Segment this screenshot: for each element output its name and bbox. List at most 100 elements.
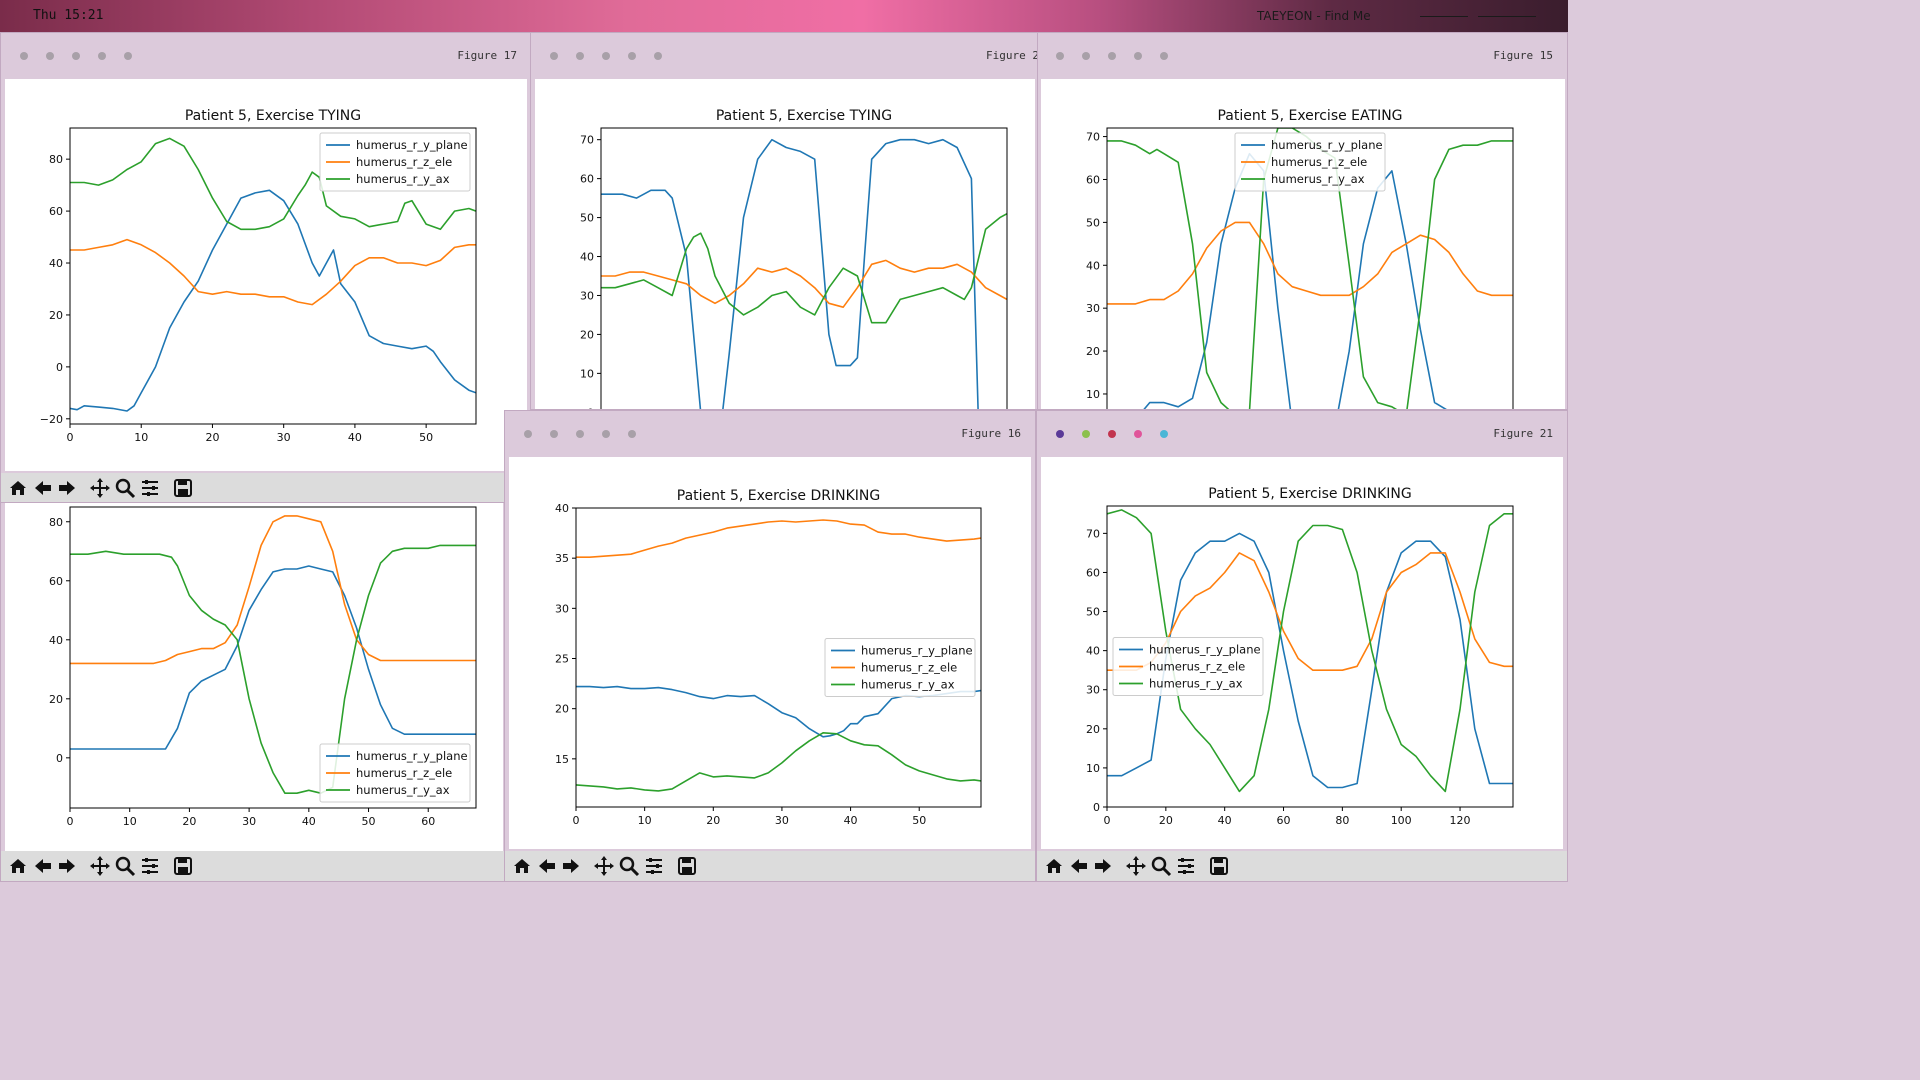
save-button[interactable] bbox=[1208, 855, 1230, 877]
window-control-dot[interactable] bbox=[98, 52, 106, 60]
series-line-humerus_r_z_ele bbox=[1107, 221, 1513, 305]
home-icon bbox=[10, 859, 26, 873]
figure-canvas[interactable]: Patient 5, Exercise TYING010203040506070… bbox=[535, 79, 1035, 409]
y-tick-label: −20 bbox=[40, 413, 63, 426]
y-tick-label: 0 bbox=[56, 361, 63, 374]
figure-canvas[interactable]: Patient 5, Exercise TYING −20 0 20 40 60 80 0 10… bbox=[5, 79, 527, 471]
legend-entry: humerus_r_z_ele bbox=[861, 661, 957, 675]
window-control-dot[interactable] bbox=[550, 52, 558, 60]
window-control-dot[interactable] bbox=[72, 52, 80, 60]
window-control-dot[interactable] bbox=[124, 52, 132, 60]
forward-arrow-button[interactable] bbox=[56, 477, 78, 499]
window-control-dot[interactable] bbox=[1160, 430, 1168, 438]
save-button[interactable] bbox=[676, 855, 698, 877]
window-control-dot[interactable] bbox=[1108, 430, 1116, 438]
zoom-button[interactable] bbox=[114, 855, 136, 877]
figure-16-window[interactable]: Figure 16 Patient 5, Exercise DRINKING 15 2… bbox=[504, 410, 1036, 882]
forward-arrow-button[interactable] bbox=[1092, 855, 1114, 877]
window-control-dot[interactable] bbox=[654, 52, 662, 60]
pan-button[interactable] bbox=[1125, 855, 1147, 877]
forward-arrow-icon bbox=[59, 481, 75, 495]
configure-icon bbox=[1178, 858, 1194, 874]
forward-arrow-button[interactable] bbox=[56, 855, 78, 877]
save-button[interactable] bbox=[172, 477, 194, 499]
window-control-dot[interactable] bbox=[1082, 52, 1090, 60]
x-tick-label: 50 bbox=[912, 814, 926, 827]
window-control-dot[interactable] bbox=[1160, 52, 1168, 60]
configure-button[interactable] bbox=[139, 477, 161, 499]
back-arrow-button[interactable] bbox=[32, 477, 54, 499]
chart-title: Patient 5, Exercise DRINKING bbox=[677, 488, 880, 504]
figure-21-window[interactable]: Figure 21 Patient 5, Exercise DRINKING 0 10… bbox=[1036, 410, 1568, 882]
window-control-dot[interactable] bbox=[576, 430, 584, 438]
zoom-button[interactable] bbox=[618, 855, 640, 877]
x-tick-label: 60 bbox=[421, 815, 435, 828]
window-control-dot[interactable] bbox=[1056, 430, 1064, 438]
window-control-dot[interactable] bbox=[602, 52, 610, 60]
figure-15-window[interactable]: Figure 15 Patient 5, Exercise EATING 10 20 3… bbox=[1036, 32, 1568, 410]
now-playing[interactable]: TAEYEON - Find Me bbox=[1257, 9, 1371, 23]
zoom-button[interactable] bbox=[114, 477, 136, 499]
window-control-dot[interactable] bbox=[1082, 430, 1090, 438]
figure-canvas[interactable]: 0 20 40 60 80 0 10 20 30 40 50 60 humerus_r_y_plane h… bbox=[5, 503, 503, 851]
home-button[interactable] bbox=[511, 855, 533, 877]
top-bar: Thu 15:21 TAEYEON - Find Me bbox=[0, 0, 1568, 32]
window-control-dot[interactable] bbox=[576, 52, 584, 60]
back-arrow-icon bbox=[1071, 859, 1087, 873]
y-tick-label: 30 bbox=[1086, 684, 1100, 697]
configure-button[interactable] bbox=[643, 855, 665, 877]
configure-button[interactable] bbox=[1175, 855, 1197, 877]
window-control-dot[interactable] bbox=[1108, 52, 1116, 60]
back-arrow-icon bbox=[35, 859, 51, 873]
window-titlebar[interactable]: Figure 15 bbox=[1037, 33, 1567, 79]
window-control-dot[interactable] bbox=[1134, 430, 1142, 438]
window-control-dot[interactable] bbox=[46, 52, 54, 60]
figure-canvas[interactable]: Patient 5, Exercise EATING 10 20 30 40 50 60 70… bbox=[1041, 79, 1565, 409]
pan-icon bbox=[90, 856, 110, 876]
series-line-humerus_r_y_plane bbox=[70, 565, 476, 750]
back-arrow-button[interactable] bbox=[536, 855, 558, 877]
window-control-dot[interactable] bbox=[628, 52, 636, 60]
series-line-humerus_r_z_ele bbox=[601, 259, 1007, 308]
back-arrow-button[interactable] bbox=[1068, 855, 1090, 877]
y-tick-label: 60 bbox=[1086, 173, 1100, 186]
home-button[interactable] bbox=[7, 477, 29, 499]
figure-2-window[interactable]: Figure 2Patient 5, Exercise TYING0102030… bbox=[530, 32, 1038, 410]
line-chart: 0 20 40 60 80 0 10 20 30 40 50 60 humerus_r_y_planeh… bbox=[49, 506, 477, 828]
figure-canvas[interactable]: Patient 5, Exercise DRINKING 0 10 20 30 40 50 6… bbox=[1041, 457, 1563, 849]
chart-legend: humerus_r_y_plane humerus_r_z_ele humerus_… bbox=[319, 132, 471, 192]
y-tick-label: 70 bbox=[1086, 527, 1100, 540]
window-titlebar[interactable]: Figure 17 bbox=[1, 33, 531, 79]
chart-legend: humerus_r_y_plane humerus_r_z_ele humerus_… bbox=[1112, 637, 1264, 696]
x-tick-label: 10 bbox=[134, 431, 148, 444]
zoom-button[interactable] bbox=[1150, 855, 1172, 877]
window-titlebar[interactable]: Figure 2 bbox=[531, 33, 1037, 79]
save-button[interactable] bbox=[172, 855, 194, 877]
back-arrow-button[interactable] bbox=[32, 855, 54, 877]
window-titlebar[interactable]: Figure 21 bbox=[1037, 411, 1567, 457]
forward-arrow-button[interactable] bbox=[560, 855, 582, 877]
configure-icon bbox=[646, 858, 662, 874]
figure-17-window[interactable]: Figure 17 Patient 5, Exercise TYING −20 0 20… bbox=[0, 32, 532, 504]
window-control-dot[interactable] bbox=[550, 430, 558, 438]
bottom-left-figure-window[interactable]: 0 20 40 60 80 0 10 20 30 40 50 60 humerus_r_y_plane h… bbox=[0, 502, 506, 882]
x-tick-label: 40 bbox=[348, 431, 362, 444]
pan-button[interactable] bbox=[89, 855, 111, 877]
window-control-dot[interactable] bbox=[602, 430, 610, 438]
window-control-dot[interactable] bbox=[524, 430, 532, 438]
home-button[interactable] bbox=[1043, 855, 1065, 877]
window-control-dot[interactable] bbox=[20, 52, 28, 60]
pan-button[interactable] bbox=[89, 477, 111, 499]
legend-entry: humerus_r_y_plane bbox=[356, 138, 468, 152]
window-titlebar[interactable]: Figure 16 bbox=[505, 411, 1035, 457]
y-tick-label: 10 bbox=[580, 367, 594, 380]
configure-button[interactable] bbox=[139, 855, 161, 877]
window-control-dot[interactable] bbox=[1056, 52, 1064, 60]
window-control-dot[interactable] bbox=[1134, 52, 1142, 60]
pan-button[interactable] bbox=[593, 855, 615, 877]
y-tick-label: 10 bbox=[1086, 762, 1100, 775]
home-button[interactable] bbox=[7, 855, 29, 877]
figure-canvas[interactable]: Patient 5, Exercise DRINKING 15 20 25 30 35 40… bbox=[509, 457, 1031, 849]
chart-legend: humerus_r_y_plane humerus_r_z_ele humerus_… bbox=[319, 743, 471, 803]
window-control-dot[interactable] bbox=[628, 430, 636, 438]
